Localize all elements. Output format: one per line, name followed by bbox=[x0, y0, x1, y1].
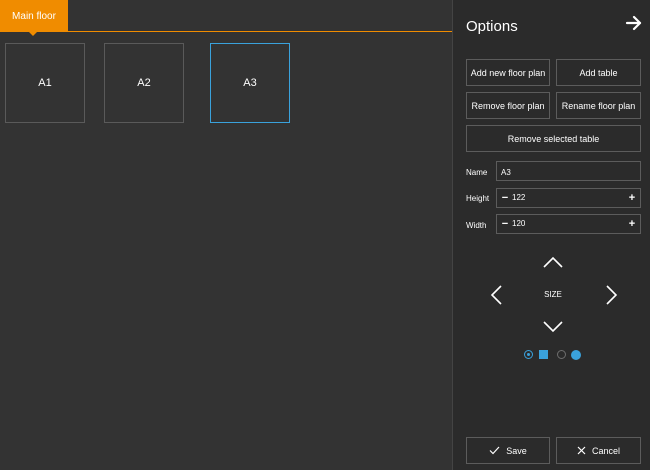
add-table-label: Add table bbox=[579, 67, 618, 78]
height-value[interactable]: 122 bbox=[512, 193, 525, 202]
chevron-left-icon[interactable] bbox=[489, 284, 503, 306]
width-increase-button[interactable]: + bbox=[625, 215, 639, 233]
chevron-right-icon[interactable] bbox=[605, 284, 619, 306]
cancel-button[interactable]: Cancel bbox=[556, 437, 641, 464]
width-label: Width bbox=[466, 221, 487, 230]
width-decrease-button[interactable]: − bbox=[498, 215, 512, 233]
table-a2[interactable]: A2 bbox=[104, 43, 184, 123]
table-a2-label: A2 bbox=[137, 77, 151, 89]
remove-selected-table-button[interactable]: Remove selected table bbox=[466, 125, 641, 152]
circle-shape-icon[interactable] bbox=[571, 350, 581, 360]
height-label: Height bbox=[466, 194, 490, 203]
add-table-button[interactable]: Add table bbox=[556, 59, 641, 86]
options-panel: Options Add new floor plan Add table Rem… bbox=[452, 0, 650, 470]
height-increase-button[interactable]: + bbox=[625, 189, 639, 207]
name-input[interactable] bbox=[497, 163, 640, 182]
table-a1-label: A1 bbox=[38, 77, 52, 89]
add-floor-plan-button[interactable]: Add new floor plan bbox=[466, 59, 550, 86]
height-decrease-button[interactable]: − bbox=[498, 189, 512, 207]
remove-selected-table-label: Remove selected table bbox=[507, 133, 600, 144]
name-field-wrapper bbox=[496, 161, 641, 182]
checkmark-icon bbox=[489, 446, 500, 455]
table-a3-label: A3 bbox=[243, 77, 257, 89]
height-stepper: − 122 + bbox=[496, 188, 641, 208]
rename-floor-plan-label: Rename floor plan bbox=[561, 100, 636, 111]
tab-main-floor-label: Main floor bbox=[12, 10, 56, 22]
arrow-right-icon[interactable] bbox=[625, 14, 643, 32]
table-a3[interactable]: A3 bbox=[210, 43, 290, 123]
shape-circle-radio[interactable] bbox=[557, 350, 566, 359]
size-label: SIZE bbox=[544, 290, 562, 299]
tab-main-floor[interactable]: Main floor bbox=[0, 0, 68, 32]
remove-floor-plan-label: Remove floor plan bbox=[471, 100, 545, 111]
width-stepper: − 120 + bbox=[496, 214, 641, 234]
remove-floor-plan-button[interactable]: Remove floor plan bbox=[466, 92, 550, 119]
width-value[interactable]: 120 bbox=[512, 219, 525, 228]
save-label: Save bbox=[506, 445, 527, 456]
floor-plan-area: Main floor A1 A2 A3 bbox=[0, 0, 452, 470]
rename-floor-plan-button[interactable]: Rename floor plan bbox=[556, 92, 641, 119]
save-button[interactable]: Save bbox=[466, 437, 550, 464]
name-label: Name bbox=[466, 168, 488, 177]
floor-tab-bar: Main floor bbox=[0, 0, 452, 36]
cancel-label: Cancel bbox=[591, 445, 620, 456]
chevron-down-icon[interactable] bbox=[542, 320, 564, 334]
active-tab-caret bbox=[29, 32, 37, 36]
shape-square-radio[interactable] bbox=[524, 350, 533, 359]
chevron-up-icon[interactable] bbox=[542, 255, 564, 269]
add-floor-plan-label: Add new floor plan bbox=[470, 67, 546, 78]
options-title: Options bbox=[466, 18, 518, 35]
close-icon bbox=[577, 446, 586, 455]
table-a1[interactable]: A1 bbox=[5, 43, 85, 123]
square-shape-icon[interactable] bbox=[539, 350, 548, 359]
